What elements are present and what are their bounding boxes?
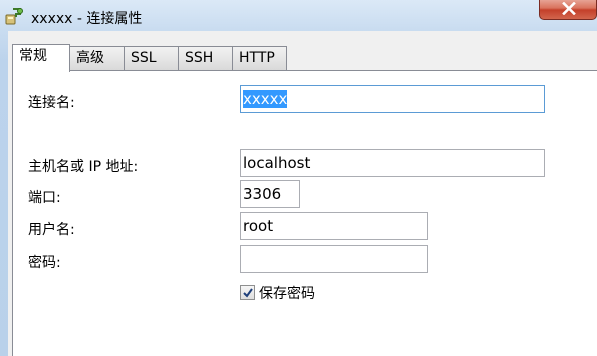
close-icon <box>562 2 576 15</box>
password-label: 密码: <box>28 255 61 271</box>
checkmark-icon <box>243 288 253 298</box>
tab-advanced[interactable]: 高级 <box>69 46 125 70</box>
connection-name-label: 连接名: <box>28 95 75 111</box>
host-input[interactable]: localhost <box>240 149 545 177</box>
save-password-label: 保存密码 <box>259 286 315 302</box>
port-label: 端口: <box>28 190 61 206</box>
general-tab-panel: 连接名: xxxxx 主机名或 IP 地址: localhost 端口: 330… <box>12 70 597 356</box>
username-label: 用户名: <box>28 222 75 238</box>
tab-ssl[interactable]: SSL <box>124 46 179 70</box>
dialog-content: 常规 高级 SSL SSH HTTP 连接名: xxxxx 主机名或 IP 地址… <box>8 31 597 356</box>
connection-properties-window: xxxxx - 连接属性 常规 高级 SSL SSH HTTP 连接名: xxx… <box>0 0 597 356</box>
save-password-checkbox[interactable] <box>240 285 255 300</box>
window-title: xxxxx - 连接属性 <box>31 11 143 27</box>
tab-general[interactable]: 常规 <box>12 44 70 72</box>
host-label: 主机名或 IP 地址: <box>28 159 139 175</box>
port-input[interactable]: 3306 <box>240 180 300 208</box>
password-input[interactable] <box>240 245 428 273</box>
tab-ssh[interactable]: SSH <box>178 46 233 70</box>
tab-http[interactable]: HTTP <box>232 46 287 70</box>
navicat-connection-icon <box>4 6 24 26</box>
connection-name-input[interactable]: xxxxx <box>240 85 545 113</box>
close-button[interactable] <box>539 0 597 20</box>
title-bar[interactable]: xxxxx - 连接属性 <box>0 0 597 34</box>
username-input[interactable]: root <box>240 212 428 240</box>
connection-name-value: xxxxx <box>243 90 288 108</box>
